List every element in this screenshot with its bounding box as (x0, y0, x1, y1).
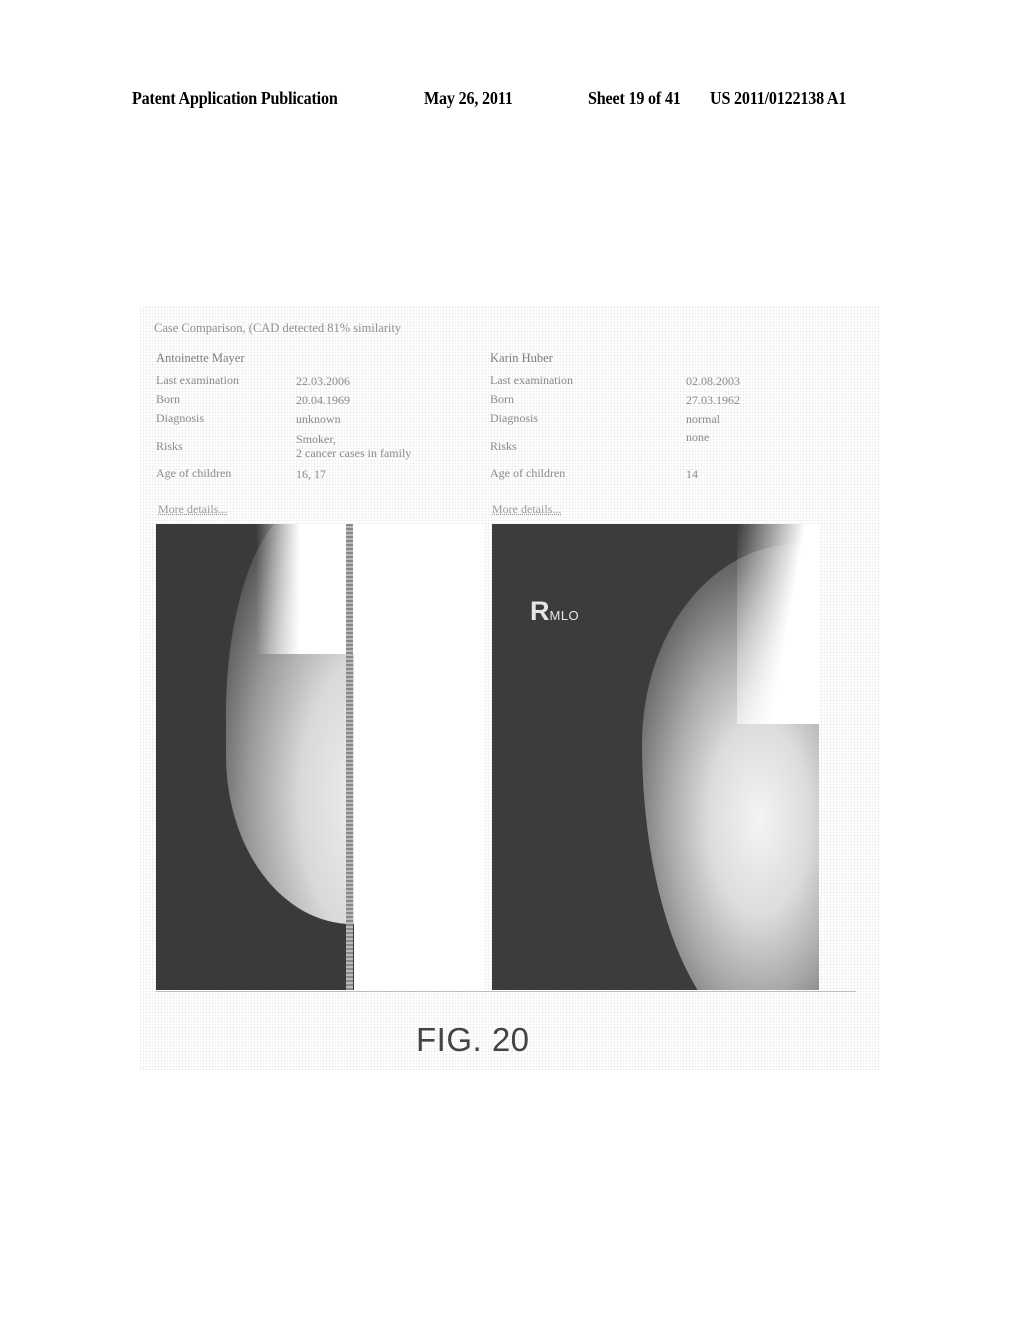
detail-value: none (686, 430, 710, 444)
detail-row: Risks none (490, 428, 830, 464)
detail-label: Age of children (490, 466, 566, 480)
image-background (737, 524, 819, 724)
divider (156, 991, 856, 992)
patient-name: Antoinette Mayer (156, 351, 245, 365)
detail-label: Last examination (490, 373, 573, 387)
detail-row: Born 27.03.1962 (490, 390, 830, 409)
patient-name: Karin Huber (490, 351, 553, 365)
detail-row: Last examination 22.03.2006 (156, 371, 466, 390)
detail-label: Born (490, 392, 514, 406)
image-scrollbar[interactable] (346, 524, 353, 990)
risk-line-2: 2 cancer cases in family (296, 446, 412, 460)
detail-label: Last examination (156, 373, 239, 387)
detail-value: 14 (686, 466, 698, 481)
detail-row: Born 20.04.1969 (156, 390, 466, 409)
detail-row: Risks Smoker, 2 cancer cases in family (156, 428, 466, 464)
patent-header: Patent Application Publication May 26, 2… (132, 88, 892, 118)
image-background (256, 524, 354, 654)
detail-value: unknown (296, 411, 341, 426)
detail-value: 02.08.2003 (686, 373, 740, 388)
detail-row: Diagnosis unknown (156, 409, 466, 428)
detail-value: normal (686, 411, 720, 426)
publication-label: Patent Application Publication (132, 88, 338, 108)
more-details-link-right[interactable]: More details... (492, 502, 561, 517)
view-label: RMLO (530, 596, 579, 627)
detail-label: Age of children (156, 466, 232, 480)
detail-row: Age of children 16, 17 (156, 464, 466, 483)
detail-value: 16, 17 (296, 466, 326, 481)
left-mammogram-image (156, 524, 354, 990)
left-case-details: Antoinette Mayer Last examination 22.03.… (156, 351, 466, 483)
right-mammogram-image: RMLO (492, 524, 819, 990)
detail-value: 22.03.2006 (296, 373, 350, 388)
patent-number: US 2011/0122138 A1 (710, 88, 847, 108)
view-label-side: R (530, 596, 550, 626)
right-case-details: Karin Huber Last examination 02.08.2003 … (490, 351, 830, 483)
image-gap (354, 524, 484, 990)
detail-value: Smoker, 2 cancer cases in family (296, 432, 466, 460)
view-label-projection: MLO (549, 608, 580, 623)
sheet-number: Sheet 19 of 41 (588, 88, 681, 108)
detail-label: Born (156, 392, 180, 406)
detail-label: Risks (156, 438, 183, 453)
detail-row: Diagnosis normal (490, 409, 830, 428)
detail-value: 27.03.1962 (686, 392, 740, 407)
risk-line-1: Smoker, (296, 432, 336, 446)
detail-value: 20.04.1969 (296, 392, 350, 407)
detail-row: Age of children 14 (490, 464, 830, 483)
detail-row: Last examination 02.08.2003 (490, 371, 830, 390)
case-comparison-figure: Case Comparison, (CAD detected 81% simil… (140, 305, 880, 1070)
publication-date: May 26, 2011 (424, 88, 513, 108)
case-comparison-title: Case Comparison, (CAD detected 81% simil… (154, 321, 402, 335)
detail-label: Diagnosis (156, 411, 204, 425)
more-details-link-left[interactable]: More details... (158, 502, 227, 517)
detail-label: Diagnosis (490, 411, 538, 425)
figure-caption: FIG. 20 (416, 1021, 530, 1058)
detail-label: Risks (490, 438, 517, 453)
